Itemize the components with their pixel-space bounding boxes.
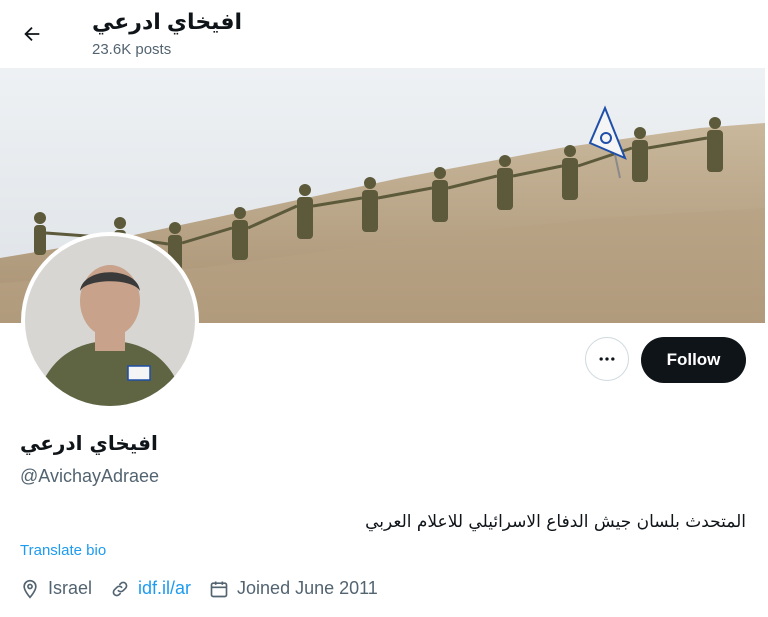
- calendar-icon: [210, 581, 228, 597]
- location-icon: [23, 579, 37, 599]
- post-count: 23.6K posts: [92, 41, 172, 58]
- location-item: Israel: [20, 578, 92, 599]
- location-text: Israel: [48, 578, 93, 598]
- link-icon: [112, 581, 128, 596]
- more-options-button[interactable]: [585, 337, 629, 381]
- follow-button[interactable]: Follow: [641, 337, 746, 383]
- display-name: افيخاي ادرعي: [20, 431, 158, 455]
- avatar[interactable]: [21, 232, 199, 410]
- joined-item: Joined June 2011: [209, 578, 378, 599]
- bio-text: المتحدث بلسان جيش الدفاع الاسرائيلي للاع…: [365, 512, 746, 532]
- profile-meta: Israel idf.il/ar Joined June 2011: [20, 578, 396, 599]
- joined-text: Joined June 2011: [237, 578, 378, 598]
- website-item: idf.il/ar: [110, 578, 191, 599]
- page-title: افيخاي ادرعي: [92, 9, 243, 34]
- back-button[interactable]: [14, 16, 50, 52]
- back-arrow-icon: [24, 26, 40, 42]
- website-link[interactable]: idf.il/ar: [138, 578, 191, 599]
- user-handle: @AvichayAdraee: [20, 466, 160, 486]
- top-bar: افيخاي ادرعي 23.6K posts: [0, 0, 768, 68]
- translate-bio-link[interactable]: Translate bio: [20, 542, 106, 559]
- more-icon: [599, 357, 615, 361]
